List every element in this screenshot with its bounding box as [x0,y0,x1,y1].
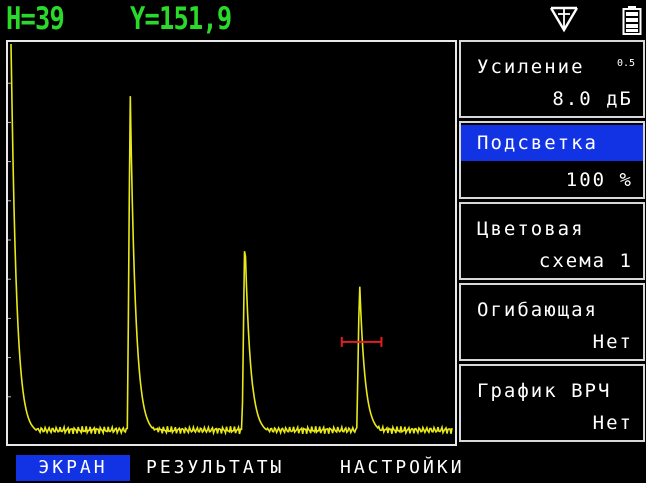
menu-item-value: 8.0 дБ [552,88,633,110]
a-scan-display[interactable] [6,40,457,446]
bottom-tab-bar: ЭКРАН РЕЗУЛЬТАТЫ НАСТРОЙКИ [0,451,646,483]
dual-element-probe-icon [549,6,579,33]
menu-item-label: Огибающая [477,299,598,321]
menu-item-value: схема 1 [538,250,633,272]
scale-ticks [8,82,11,398]
menu-item-label: Подсветка [461,125,643,161]
a-scan-plot [8,43,453,436]
menu-item-envelope[interactable]: Огибающая Нет [459,283,645,361]
menu-item-value: Нет [592,412,633,434]
gain-step-badge: 0.5 [616,58,635,69]
menu-item-value: Нет [592,331,633,353]
menu-item-label: Усиление [477,56,585,78]
tab-screen[interactable]: ЭКРАН [16,455,130,481]
menu-item-color-scheme[interactable]: Цветовая схема 1 [459,202,645,280]
h-readout: H=39 [6,1,65,37]
menu-item-label: Цветовая [477,218,585,240]
battery-icon [622,6,642,35]
tab-settings[interactable]: НАСТРОЙКИ [340,455,465,481]
status-bar: H=39 Y=151,9 [0,0,646,38]
menu-item-label: График ВРЧ [477,380,612,402]
y-readout: Y=151,9 [130,1,232,37]
menu-item-backlight[interactable]: Подсветка 100 % [459,121,645,199]
tab-results[interactable]: РЕЗУЛЬТАТЫ [146,455,284,481]
a-scan-trace [10,43,453,436]
menu-item-gain[interactable]: Усиление 0.5 8.0 дБ [459,40,645,118]
menu-item-value: 100 % [565,169,633,191]
menu-item-tvg-curve[interactable]: График ВРЧ Нет [459,364,645,442]
